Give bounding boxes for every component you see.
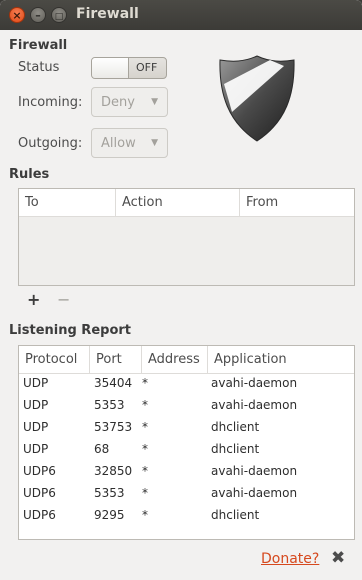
toggle-knob[interactable] — [92, 58, 129, 78]
report-col-port[interactable]: Port — [90, 346, 142, 373]
close-icon: × — [12, 9, 22, 22]
report-col-protocol[interactable]: Protocol — [19, 346, 90, 373]
protocol-cell: UDP — [23, 442, 49, 456]
listening-report-table[interactable]: Protocol Port Address Application UDP 35… — [18, 345, 355, 540]
chevron-down-icon: ▼ — [151, 97, 158, 107]
minimize-window-button[interactable]: – — [30, 7, 46, 23]
report-col-application[interactable]: Application — [208, 346, 354, 373]
table-row[interactable]: UDP 68 * dhclient — [19, 439, 354, 461]
table-row[interactable]: UDP 35404 * avahi-daemon — [19, 373, 354, 395]
address-cell: * — [142, 464, 148, 478]
protocol-cell: UDP6 — [23, 486, 56, 500]
protocol-cell: UDP — [23, 398, 49, 412]
title-bar[interactable]: × – □ Firewall — [0, 0, 362, 30]
status-value: OFF — [136, 61, 158, 74]
donate-link[interactable]: Donate? — [261, 551, 319, 567]
protocol-cell: UDP6 — [23, 508, 56, 522]
address-cell: * — [142, 508, 148, 522]
rules-table[interactable]: To Action From — [18, 188, 355, 286]
protocol-cell: UDP6 — [23, 464, 56, 478]
add-rule-button[interactable]: + — [27, 290, 40, 309]
port-cell: 68 — [94, 442, 110, 456]
incoming-select[interactable]: Deny ▼ — [91, 87, 168, 117]
address-cell: * — [142, 398, 148, 412]
report-header: Protocol Port Address Application — [19, 346, 354, 374]
port-cell: 9295 — [94, 508, 125, 522]
close-window-button[interactable]: × — [9, 7, 25, 23]
status-label: Status — [18, 60, 60, 75]
rules-heading: Rules — [9, 167, 50, 182]
table-row[interactable]: UDP6 9295 * dhclient — [19, 505, 354, 527]
table-row[interactable]: UDP6 5353 * avahi-daemon — [19, 483, 354, 505]
application-cell: avahi-daemon — [211, 398, 298, 412]
remove-rule-button[interactable]: − — [57, 290, 70, 309]
application-cell: avahi-daemon — [211, 376, 298, 390]
rules-header: To Action From — [19, 189, 354, 217]
table-row[interactable]: UDP6 32850 * avahi-daemon — [19, 461, 354, 483]
listening-report-heading: Listening Report — [9, 323, 131, 338]
report-col-address[interactable]: Address — [142, 346, 208, 373]
rules-col-action[interactable]: Action — [116, 189, 240, 216]
port-cell: 35404 — [94, 376, 133, 390]
address-cell: * — [142, 376, 148, 390]
rules-col-from[interactable]: From — [240, 189, 354, 216]
close-icon[interactable]: ✖ — [331, 548, 345, 568]
application-cell: avahi-daemon — [211, 464, 298, 478]
chevron-down-icon: ▼ — [151, 138, 158, 148]
address-cell: * — [142, 442, 148, 456]
protocol-cell: UDP — [23, 376, 49, 390]
minimize-icon: – — [35, 9, 41, 22]
port-cell: 53753 — [94, 420, 133, 434]
maximize-icon: □ — [54, 12, 64, 22]
table-row[interactable]: UDP 5353 * avahi-daemon — [19, 395, 354, 417]
address-cell: * — [142, 486, 148, 500]
shield-icon — [219, 55, 295, 142]
firewall-window: × – □ Firewall Firewall Status OFF Incom… — [0, 0, 362, 580]
port-cell: 5353 — [94, 486, 125, 500]
outgoing-select[interactable]: Allow ▼ — [91, 128, 168, 158]
port-cell: 32850 — [94, 464, 133, 478]
application-cell: dhclient — [211, 420, 260, 434]
protocol-cell: UDP — [23, 420, 49, 434]
outgoing-label: Outgoing: — [18, 136, 83, 151]
port-cell: 5353 — [94, 398, 125, 412]
application-cell: dhclient — [211, 442, 260, 456]
incoming-label: Incoming: — [18, 95, 83, 110]
firewall-heading: Firewall — [9, 38, 68, 53]
rules-col-to[interactable]: To — [19, 189, 116, 216]
application-cell: dhclient — [211, 508, 260, 522]
window-title: Firewall — [76, 6, 139, 22]
outgoing-value: Allow — [101, 136, 136, 151]
table-row[interactable]: UDP 53753 * dhclient — [19, 417, 354, 439]
status-toggle[interactable]: OFF — [91, 57, 167, 79]
address-cell: * — [142, 420, 148, 434]
application-cell: avahi-daemon — [211, 486, 298, 500]
maximize-window-button[interactable]: □ — [51, 7, 67, 23]
incoming-value: Deny — [101, 95, 135, 110]
